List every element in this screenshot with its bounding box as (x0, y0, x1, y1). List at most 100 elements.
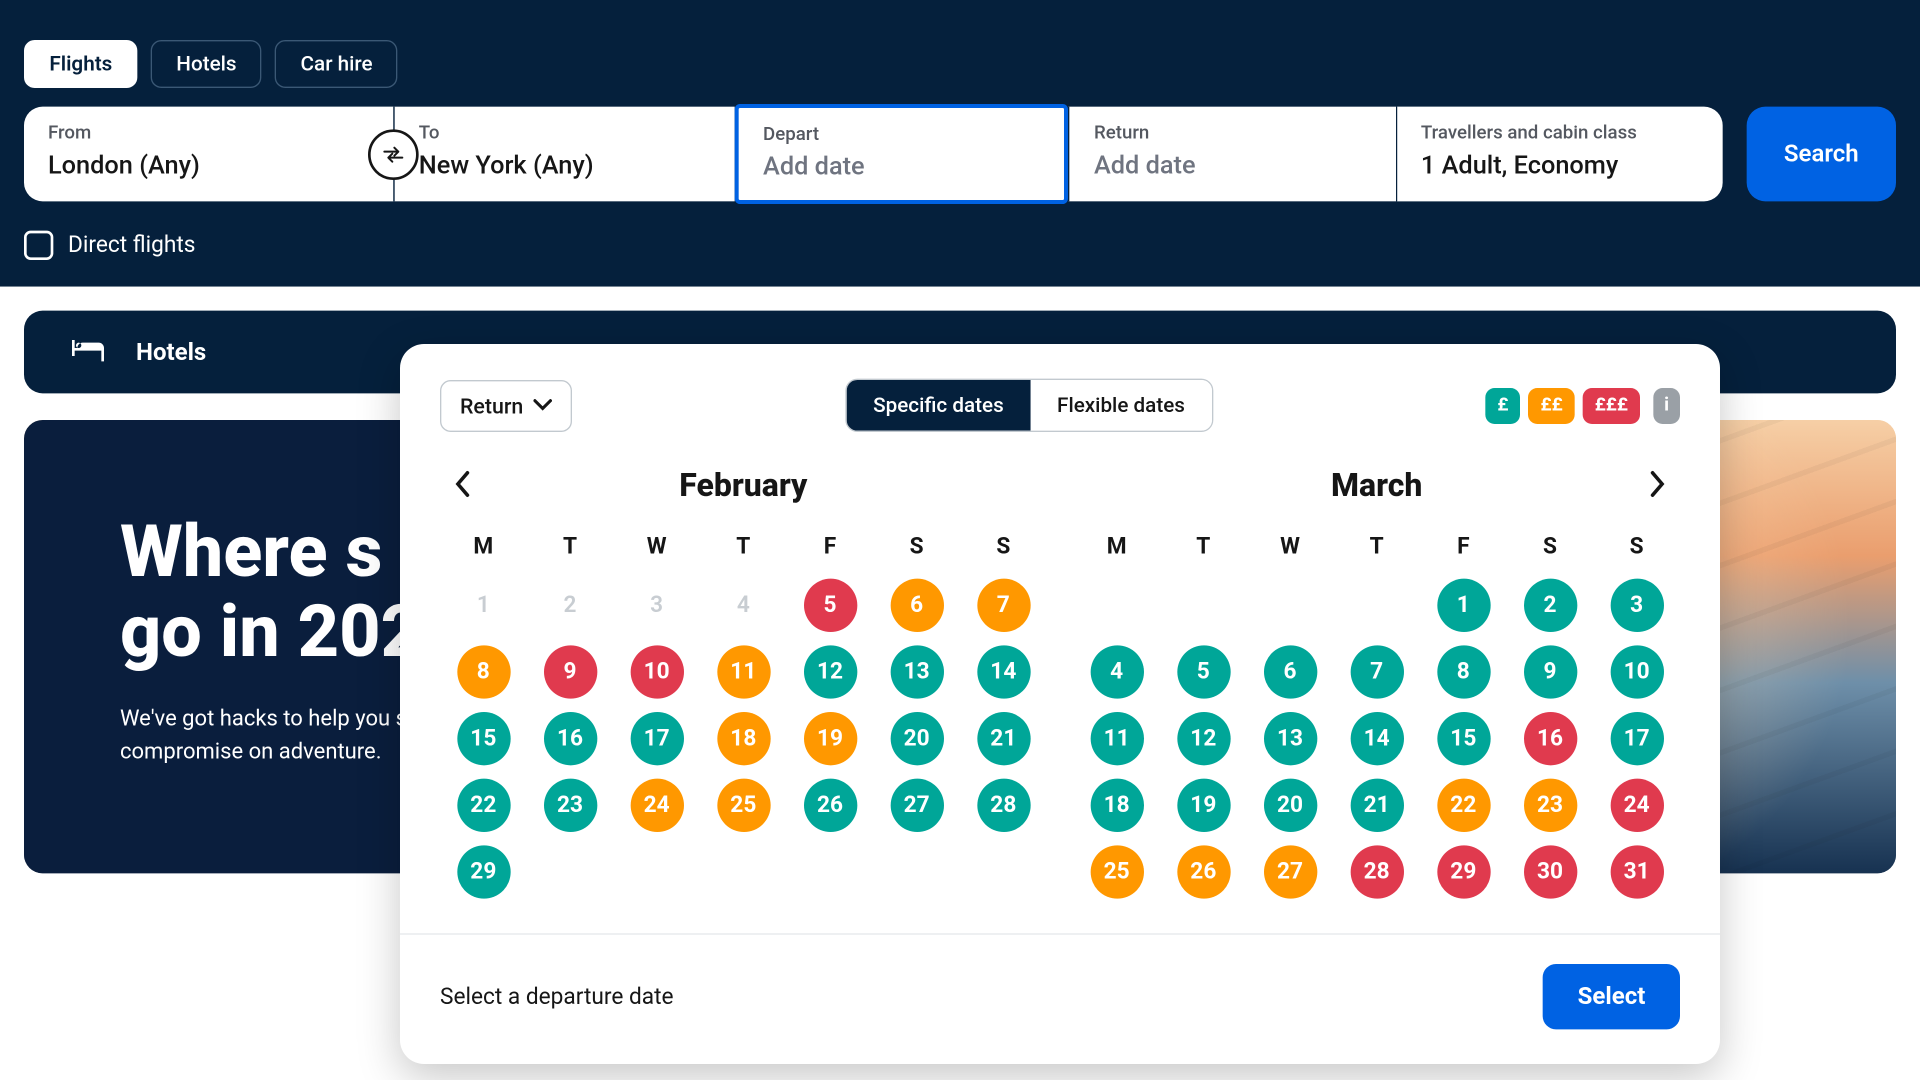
weekday-label: T (527, 533, 614, 560)
direct-flights-checkbox[interactable] (24, 231, 53, 260)
calendar-day[interactable]: 15 (1420, 712, 1507, 765)
calendar-day[interactable]: 27 (1247, 845, 1334, 898)
calendar-day[interactable]: 18 (1073, 779, 1160, 832)
weekday-label: S (960, 533, 1047, 560)
calendar-day[interactable]: 19 (787, 712, 874, 765)
calendar-day[interactable]: 10 (1593, 645, 1680, 698)
calendar-day[interactable]: 15 (440, 712, 527, 765)
calendar-day[interactable]: 28 (1333, 845, 1420, 898)
trip-type-select[interactable]: Return (440, 379, 573, 431)
return-label: Return (1094, 123, 1372, 144)
weekday-label: F (1420, 533, 1507, 560)
tab-carhire[interactable]: Car hire (275, 40, 398, 88)
return-value: Add date (1094, 149, 1372, 180)
calendar-day[interactable]: 1 (1420, 579, 1507, 632)
chevron-down-icon (534, 396, 553, 415)
calendar-day[interactable]: 30 (1507, 845, 1594, 898)
calendar-day[interactable]: 29 (440, 845, 527, 898)
calendar-day[interactable]: 7 (960, 579, 1047, 632)
calendar-day[interactable]: 10 (613, 645, 700, 698)
depart-value: Add date (763, 151, 1041, 182)
calendar-day[interactable]: 2 (1507, 579, 1594, 632)
return-field[interactable]: Return Add date (1069, 107, 1396, 202)
calendar-day[interactable]: 12 (787, 645, 874, 698)
date-picker-popover: Return Specific dates Flexible dates £ £… (400, 344, 1720, 1064)
from-field[interactable]: From London (Any) (24, 107, 393, 202)
calendar-day[interactable]: 5 (787, 579, 874, 632)
calendar-day[interactable]: 31 (1593, 845, 1680, 898)
calendar-day[interactable]: 21 (1333, 779, 1420, 832)
to-field[interactable]: To New York (Any) (393, 107, 735, 202)
month-name: February (679, 467, 807, 504)
calendar-day[interactable]: 13 (873, 645, 960, 698)
from-value: London (Any) (48, 149, 369, 180)
calendar-day[interactable]: 14 (960, 645, 1047, 698)
tab-hotels[interactable]: Hotels (151, 40, 262, 88)
mode-specific-button[interactable]: Specific dates (846, 380, 1030, 431)
calendar-day[interactable]: 5 (1160, 645, 1247, 698)
calendar-day[interactable]: 11 (1073, 712, 1160, 765)
calendar-day[interactable]: 17 (613, 712, 700, 765)
days-grid: 1234567891011121314151617181920212223242… (440, 579, 1047, 899)
calendar-day[interactable]: 9 (1507, 645, 1594, 698)
calendar-day[interactable]: 27 (873, 779, 960, 832)
travellers-value: 1 Adult, Economy (1421, 149, 1699, 180)
day-empty (1073, 579, 1160, 632)
calendar-day[interactable]: 13 (1247, 712, 1334, 765)
calendar-day[interactable]: 21 (960, 712, 1047, 765)
calendar-day[interactable]: 16 (527, 712, 614, 765)
calendar-day[interactable]: 24 (1593, 779, 1680, 832)
calendar-day: 1 (440, 579, 527, 632)
weekday-label: T (700, 533, 787, 560)
calendar-day[interactable]: 20 (873, 712, 960, 765)
calendar-day[interactable]: 28 (960, 779, 1047, 832)
calendar-day[interactable]: 6 (1247, 645, 1334, 698)
info-icon[interactable]: i (1653, 387, 1680, 423)
calendar-day[interactable]: 25 (1073, 845, 1160, 898)
calendar-day[interactable]: 8 (440, 645, 527, 698)
weekday-row: MTWTFSS (440, 533, 1047, 560)
calendar-day[interactable]: 23 (1507, 779, 1594, 832)
calendar-day[interactable]: 4 (1073, 645, 1160, 698)
travellers-label: Travellers and cabin class (1421, 123, 1699, 144)
calendar-day[interactable]: 9 (527, 645, 614, 698)
direct-flights-row: Direct flights (24, 231, 1896, 260)
calendar-day: 3 (613, 579, 700, 632)
select-button[interactable]: Select (1543, 964, 1680, 1029)
product-tabs: Flights Hotels Car hire (24, 40, 1896, 88)
calendar-day[interactable]: 26 (1160, 845, 1247, 898)
mode-flexible-button[interactable]: Flexible dates (1030, 380, 1211, 431)
calendar-day[interactable]: 3 (1593, 579, 1680, 632)
price-legend: £ ££ £££ i (1485, 387, 1680, 423)
calendar-day[interactable]: 26 (787, 779, 874, 832)
calendar-day[interactable]: 29 (1420, 845, 1507, 898)
swap-button[interactable] (368, 129, 419, 180)
calendar-day[interactable]: 6 (873, 579, 960, 632)
calendar-day[interactable]: 16 (1507, 712, 1594, 765)
calendar-day[interactable]: 7 (1333, 645, 1420, 698)
calendar-day[interactable]: 17 (1593, 712, 1680, 765)
depart-field[interactable]: Depart Add date (735, 104, 1069, 204)
calendar-day[interactable]: 25 (700, 779, 787, 832)
calendar-day[interactable]: 20 (1247, 779, 1334, 832)
calendar-day[interactable]: 22 (1420, 779, 1507, 832)
month-name: March (1331, 467, 1422, 504)
calendar-day[interactable]: 22 (440, 779, 527, 832)
calendar-day[interactable]: 8 (1420, 645, 1507, 698)
calendar-day[interactable]: 18 (700, 712, 787, 765)
weekday-label: T (1160, 533, 1247, 560)
swap-icon (381, 142, 405, 166)
tab-flights[interactable]: Flights (24, 40, 138, 88)
calendar-day[interactable]: 24 (613, 779, 700, 832)
calendar-day[interactable]: 14 (1333, 712, 1420, 765)
calendar-day[interactable]: 11 (700, 645, 787, 698)
travellers-field[interactable]: Travellers and cabin class 1 Adult, Econ… (1396, 107, 1723, 202)
calendar-day: 4 (700, 579, 787, 632)
prev-month-button[interactable] (440, 461, 485, 506)
calendar-day[interactable]: 12 (1160, 712, 1247, 765)
calendar-day: 2 (527, 579, 614, 632)
next-month-button[interactable] (1635, 461, 1680, 506)
search-button[interactable]: Search (1747, 107, 1896, 202)
calendar-day[interactable]: 19 (1160, 779, 1247, 832)
calendar-day[interactable]: 23 (527, 779, 614, 832)
